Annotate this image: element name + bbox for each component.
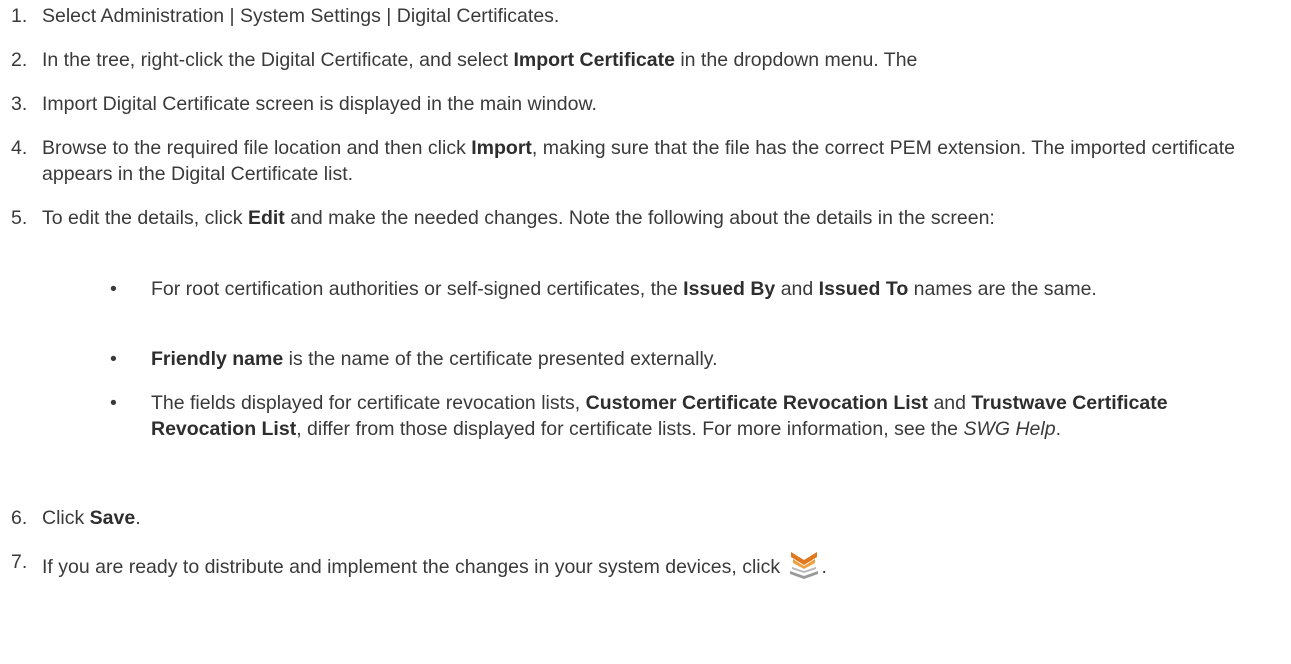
ui-term: Save (89, 507, 136, 529)
ui-term: Import Certificate (513, 49, 675, 71)
note-bullet-3: • The fields displayed for certificate r… (0, 390, 1270, 442)
note-bullet-2: • Friendly name is the name of the certi… (0, 346, 1270, 372)
bullet-symbol: • (110, 278, 117, 300)
step-number: 5. (11, 207, 28, 229)
document-page: 1. Select Administration | System Settin… (0, 0, 1291, 664)
step-text: Import Digital Certificate screen is dis… (42, 93, 597, 115)
step-3: 3. Import Digital Certificate screen is … (0, 91, 1270, 117)
step-number: 1. (11, 5, 28, 27)
step-number: 7. (11, 551, 28, 573)
commit-changes-icon[interactable] (786, 549, 822, 579)
step-1: 1. Select Administration | System Settin… (0, 3, 1270, 29)
step-number: 2. (11, 49, 28, 71)
step-2: 2. In the tree, right-click the Digital … (0, 47, 1270, 73)
step-number: 6. (11, 507, 28, 529)
ui-term: Import (471, 137, 532, 159)
step-5: 5. To edit the details, click Edit and m… (0, 205, 1270, 231)
ui-term: Issued To (818, 278, 909, 300)
bullet-symbol: • (110, 392, 117, 414)
ui-term: Issued By (683, 278, 776, 300)
note-bullet-1: • For root certification authorities or … (0, 276, 1270, 302)
step-text: Click Save. (42, 507, 141, 529)
step-number: 3. (11, 93, 28, 115)
step-number: 4. (11, 137, 28, 159)
step-text: To edit the details, click Edit and make… (42, 207, 995, 229)
bullet-text: For root certification authorities or se… (151, 278, 1097, 300)
ui-term: Friendly name (151, 348, 284, 370)
step-text: Browse to the required file location and… (42, 137, 1235, 185)
doc-reference: SWG Help (963, 418, 1056, 440)
step-4: 4. Browse to the required file location … (0, 135, 1270, 187)
step-text: If you are ready to distribute and imple… (42, 549, 1270, 580)
bullet-text: Friendly name is the name of the certifi… (151, 348, 718, 370)
ui-term: Customer Certificate Revocation List (585, 392, 929, 414)
step-text: In the tree, right-click the Digital Cer… (42, 49, 918, 71)
bullet-text: The fields displayed for certificate rev… (151, 392, 1168, 440)
ui-term: Edit (247, 207, 285, 229)
step-6: 6. Click Save. (0, 505, 1270, 531)
step-text: Select Administration | System Settings … (42, 5, 560, 27)
bullet-symbol: • (110, 348, 117, 370)
step-7: 7. If you are ready to distribute and im… (0, 549, 1270, 580)
